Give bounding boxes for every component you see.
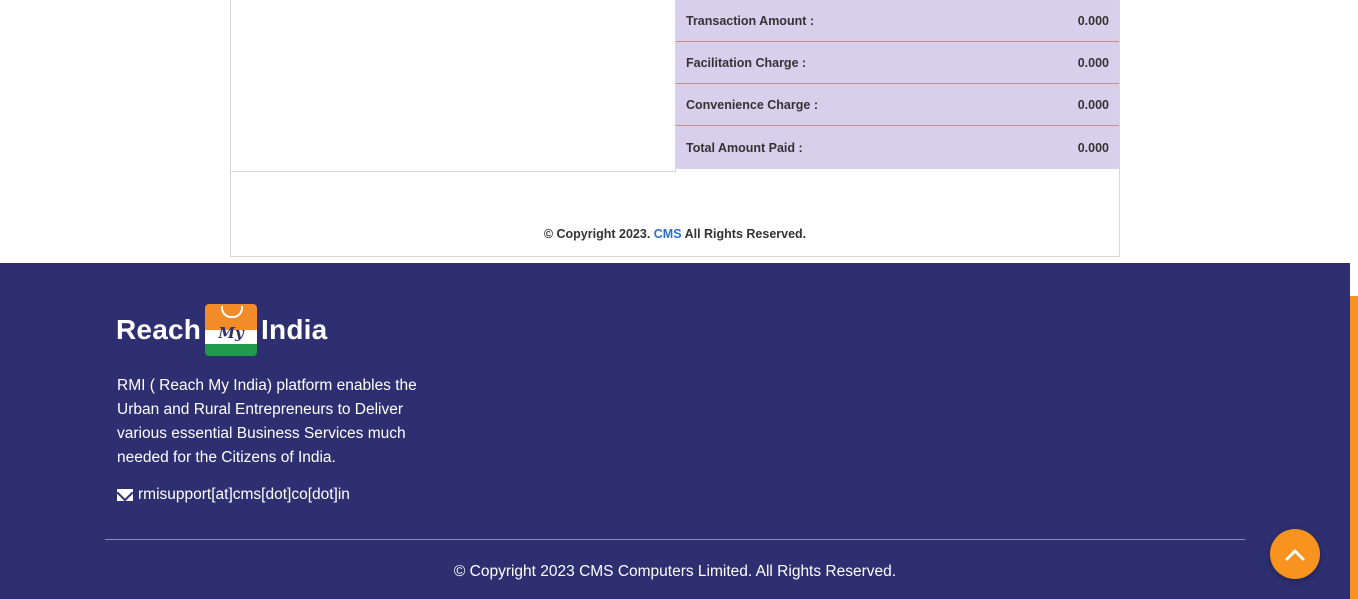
- shopping-bag-icon: My: [205, 304, 258, 356]
- amount-label: Transaction Amount :: [686, 13, 815, 28]
- footer-divider: [105, 539, 1245, 540]
- logo-word-right: India: [261, 314, 328, 345]
- support-email[interactable]: rmisupport[at]cms[dot]co[dot]in: [117, 486, 350, 504]
- scrollbar-thumb[interactable]: [1350, 296, 1358, 599]
- receipt-copyright: © Copyright 2023. CMS All Rights Reserve…: [231, 227, 1119, 241]
- amount-row-facilitation: Facilitation Charge : 0.000: [676, 42, 1119, 84]
- chevron-up-icon: [1285, 549, 1305, 561]
- copyright-prefix: © Copyright 2023.: [543, 227, 651, 241]
- amount-value: 0.000: [1077, 13, 1109, 28]
- copyright-suffix: All Rights Reserved.: [684, 227, 807, 241]
- support-email-text: rmisupport[at]cms[dot]co[dot]in: [138, 486, 350, 503]
- footer-description: RMI ( Reach My India) platform enables t…: [117, 377, 417, 466]
- scroll-to-top-button[interactable]: [1270, 529, 1320, 579]
- receipt-left-pane: [231, 0, 676, 172]
- amount-value: 0.000: [1077, 55, 1109, 70]
- site-footer: Reach My India RMI ( Reach My India) pla…: [0, 263, 1350, 599]
- envelope-icon: [117, 489, 133, 501]
- amount-value: 0.000: [1077, 97, 1109, 112]
- amount-value: 0.000: [1077, 140, 1109, 155]
- logo-word-left: Reach: [116, 314, 202, 345]
- footer-copyright: © Copyright 2023 CMS Computers Limited. …: [453, 563, 897, 580]
- receipt-panel: Transaction Amount : 0.000 Facilitation …: [230, 0, 1120, 257]
- amount-label: Convenience Charge :: [686, 97, 818, 112]
- amount-row-total: Total Amount Paid : 0.000: [676, 126, 1119, 169]
- reach-my-india-logo[interactable]: Reach My India: [116, 303, 327, 357]
- amount-table: Transaction Amount : 0.000 Facilitation …: [676, 0, 1119, 169]
- cms-link[interactable]: CMS: [654, 227, 682, 241]
- amount-row-convenience: Convenience Charge : 0.000: [676, 84, 1119, 126]
- amount-label: Facilitation Charge :: [686, 55, 807, 70]
- logo-bag-word: My: [218, 324, 244, 342]
- amount-row-transaction: Transaction Amount : 0.000: [676, 0, 1119, 42]
- page-scrollbar[interactable]: [1350, 0, 1358, 599]
- amount-label: Total Amount Paid :: [686, 140, 803, 155]
